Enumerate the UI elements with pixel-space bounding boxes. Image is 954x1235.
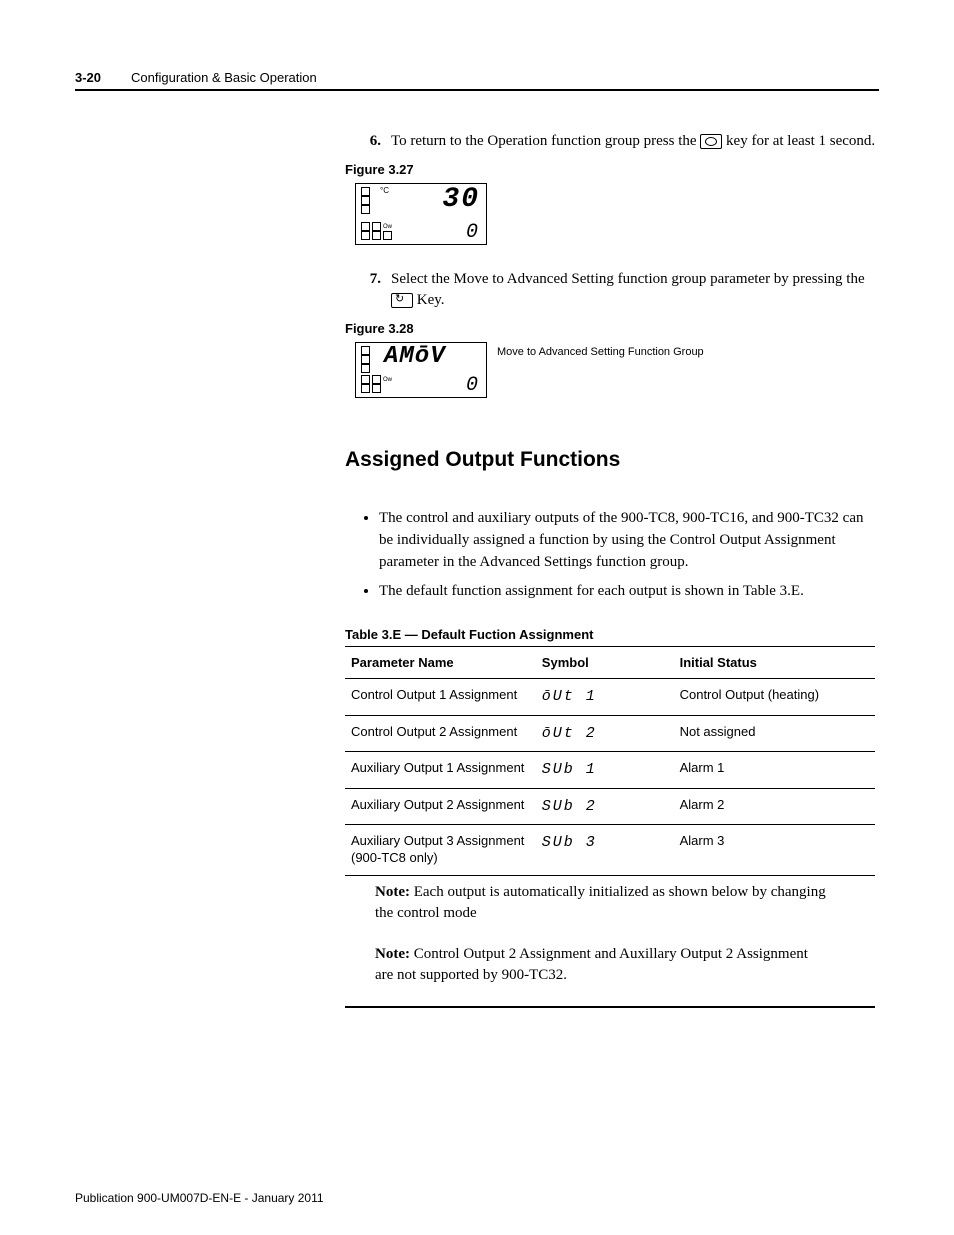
footer-publication: Publication 900-UM007D-EN-E - January 20…	[75, 1191, 324, 1205]
col-symbol: Symbol	[536, 647, 674, 679]
list-item: The default function assignment for each…	[379, 581, 879, 603]
cell-name: Auxiliary Output 2 Assignment	[345, 788, 536, 825]
note-label: Note:	[375, 946, 410, 962]
table-row: Control Output 2 Assignment ōUt 2 Not as…	[345, 715, 875, 752]
page-number: 3-20	[75, 70, 101, 85]
table-header-row: Parameter Name Symbol Initial Status	[345, 647, 875, 679]
cell-name: Auxiliary Output 1 Assignment	[345, 752, 536, 789]
page-header: 3-20 Configuration & Basic Operation	[75, 70, 879, 91]
list-item: The control and auxiliary outputs of the…	[379, 508, 879, 573]
cell-status: Not assigned	[674, 715, 875, 752]
cell-status: Alarm 1	[674, 752, 875, 789]
table-row: Auxiliary Output 3 Assignment (900-TC8 o…	[345, 825, 875, 876]
step-number: 7.	[355, 269, 381, 311]
text-fragment: To return to the Operation function grou…	[391, 133, 700, 149]
cell-symbol: SUb 1	[536, 752, 674, 789]
col-parameter-name: Parameter Name	[345, 647, 536, 679]
fig-bot-indicators: Ow	[361, 222, 392, 240]
note-label: Note:	[375, 884, 410, 900]
cell-symbol: SUb 3	[536, 825, 674, 876]
note-2: Note: Control Output 2 Assignment and Au…	[375, 944, 829, 986]
table-label: Table 3.E — Default Fuction Assignment	[345, 627, 879, 642]
bullet-list: The control and auxiliary outputs of the…	[345, 508, 879, 603]
step-6: 6. To return to the Operation function g…	[355, 131, 879, 152]
fig-bottom-value: 0	[466, 221, 480, 244]
note-text: Control Output 2 Assignment and Auxillar…	[375, 946, 808, 983]
text-fragment: Select the Move to Advanced Setting func…	[391, 271, 865, 287]
fig-indicators	[361, 187, 370, 214]
cell-name: Control Output 1 Assignment	[345, 679, 536, 716]
step-text: To return to the Operation function grou…	[391, 131, 879, 152]
table-row: Control Output 1 Assignment ōUt 1 Contro…	[345, 679, 875, 716]
note-1: Note: Each output is automatically initi…	[375, 882, 829, 924]
table-row: Auxiliary Output 2 Assignment SUb 2 Alar…	[345, 788, 875, 825]
text-fragment: Key.	[413, 292, 445, 308]
fig-display-text: AMōV	[384, 343, 446, 370]
figure-328-caption: Move to Advanced Setting Function Group	[497, 342, 704, 398]
step-7: 7. Select the Move to Advanced Setting f…	[355, 269, 879, 311]
cell-status: Alarm 2	[674, 788, 875, 825]
fig-bot-indicators: Ow	[361, 375, 392, 393]
cell-symbol: ōUt 1	[536, 679, 674, 716]
step-number: 6.	[355, 131, 381, 152]
figure-327-label: Figure 3.27	[345, 162, 879, 177]
cell-symbol: ōUt 2	[536, 715, 674, 752]
section-heading: Assigned Output Functions	[345, 448, 879, 472]
table-row: Auxiliary Output 1 Assignment SUb 1 Alar…	[345, 752, 875, 789]
note-text: Each output is automatically initialized…	[375, 884, 826, 921]
cycle-key-icon	[391, 293, 413, 308]
cell-status: Control Output (heating)	[674, 679, 875, 716]
col-initial-status: Initial Status	[674, 647, 875, 679]
fig-top-value: 30	[442, 184, 480, 215]
figure-328-label: Figure 3.28	[345, 321, 879, 336]
cell-symbol: SUb 2	[536, 788, 674, 825]
fig-unit: °C	[380, 186, 389, 195]
step-text: Select the Move to Advanced Setting func…	[391, 269, 879, 311]
figure-327: °C 30 Ow 0	[355, 183, 487, 245]
fig-bottom-value: 0	[466, 374, 480, 397]
chapter-title: Configuration & Basic Operation	[131, 70, 317, 85]
cell-status: Alarm 3	[674, 825, 875, 876]
bottom-rule	[345, 1006, 875, 1008]
fig-indicators	[361, 346, 370, 373]
text-fragment: key for at least 1 second.	[722, 133, 875, 149]
figure-328: AMōV Ow 0	[355, 342, 487, 398]
cell-name: Auxiliary Output 3 Assignment (900-TC8 o…	[345, 825, 536, 876]
operation-key-icon	[700, 134, 722, 149]
cell-name: Control Output 2 Assignment	[345, 715, 536, 752]
default-function-table: Parameter Name Symbol Initial Status Con…	[345, 646, 875, 876]
